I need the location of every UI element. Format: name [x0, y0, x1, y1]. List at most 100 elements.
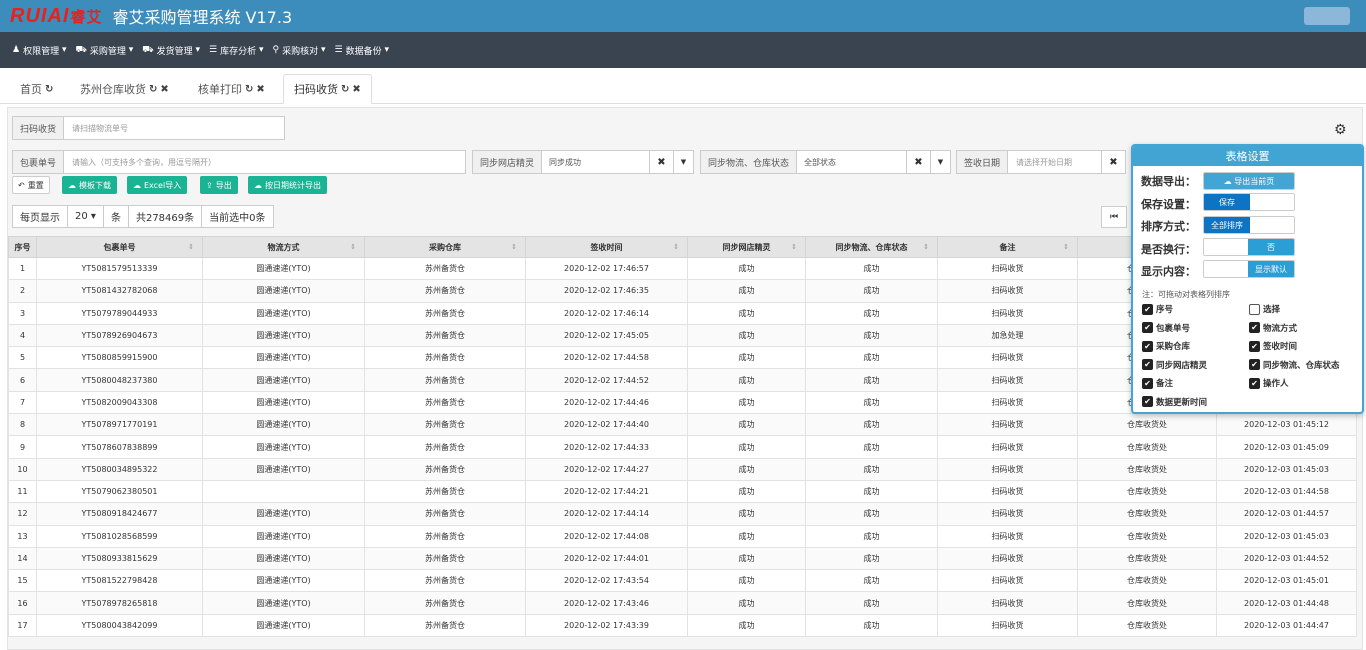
- column-header[interactable]: 同步物流、仓库状态 ⇕: [805, 236, 938, 258]
- save-settings-toggle[interactable]: 保存: [1203, 193, 1295, 211]
- clear-icon[interactable]: ✖: [649, 151, 673, 173]
- export-by-date-button[interactable]: ☁ 按日期统计导出: [248, 176, 327, 194]
- table-cell: 成功: [805, 368, 938, 392]
- column-toggle-checkbox[interactable]: ✔ 数据更新时间: [1142, 396, 1207, 408]
- table-row[interactable]: 12 YT5080918424677 圆通速递(YTO) 苏州备货仓 2020-12-0…: [8, 502, 1357, 526]
- column-header[interactable]: 同步网店精灵 ⇕: [687, 236, 806, 258]
- cart-icon: ⛟: [75, 44, 87, 55]
- table-row[interactable]: 15 YT5081522798428 圆通速递(YTO) 苏州备货仓 2020-12-0…: [8, 569, 1357, 593]
- table-cell: YT5081028568599: [36, 524, 203, 548]
- table-cell: 成功: [805, 569, 938, 593]
- sync-status-select[interactable]: 全部状态: [797, 151, 906, 173]
- sort-icon[interactable]: ⇕: [791, 243, 797, 251]
- column-header[interactable]: 采购仓库 ⇕: [364, 236, 526, 258]
- sort-icon[interactable]: ⇕: [350, 243, 356, 251]
- table-cell: 2020-12-02 17:44:52: [525, 368, 688, 392]
- template-download-button[interactable]: ☁ 模板下载: [62, 176, 117, 194]
- display-content-toggle[interactable]: 显示默认: [1203, 260, 1295, 278]
- first-page-button[interactable]: ⏮: [1101, 206, 1127, 228]
- table-row[interactable]: 11 YT5079062380501 苏州备货仓 2020-12-02 17:44:2…: [8, 479, 1357, 504]
- table-cell: 2020-12-02 17:46:35: [525, 279, 688, 303]
- table-cell: 扫码收货: [937, 457, 1078, 481]
- excel-import-button[interactable]: ☁ Excel导入: [127, 176, 188, 194]
- refresh-icon[interactable]: ↻: [341, 84, 349, 95]
- table-cell: 成功: [687, 346, 806, 370]
- column-toggle-checkbox[interactable]: ✔ 同步网店精灵: [1142, 359, 1207, 371]
- tab-scan-receiving[interactable]: 扫码收货 ↻ ✖: [283, 74, 372, 104]
- chevron-down-icon[interactable]: ▼: [930, 151, 950, 173]
- column-header[interactable]: 物流方式 ⇕: [202, 236, 365, 258]
- table-cell: 扫码收货: [937, 613, 1078, 638]
- user-avatar[interactable]: [1304, 7, 1350, 25]
- sort-icon[interactable]: ⇕: [188, 243, 194, 251]
- sort-icon[interactable]: ⇕: [511, 243, 517, 251]
- tab-home[interactable]: 首页 ↻: [10, 74, 63, 104]
- date-input[interactable]: 请选择开始日期: [1008, 151, 1101, 173]
- table-cell: YT5078978265818: [36, 591, 203, 615]
- clear-icon[interactable]: ✖: [906, 151, 930, 173]
- table-row[interactable]: 8 YT5078971770191 圆通速递(YTO) 苏州备货仓 2020-12-02…: [8, 413, 1357, 437]
- table-cell: 圆通速递(YTO): [202, 457, 365, 481]
- column-toggle-checkbox[interactable]: ✔ 备注: [1142, 377, 1173, 389]
- export-current-page-button[interactable]: ☁ 导出当前页: [1203, 172, 1295, 190]
- export-button[interactable]: ⇪ 导出: [200, 176, 238, 194]
- table-cell: 仓库收货处: [1077, 613, 1217, 638]
- checkbox-checked-icon: ✔: [1142, 377, 1153, 389]
- caret-down-icon: ▾: [384, 45, 390, 55]
- sort-icon[interactable]: ⇕: [673, 243, 679, 251]
- wrap-toggle[interactable]: 否: [1203, 238, 1295, 256]
- table-cell: 圆通速递(YTO): [202, 435, 365, 459]
- column-header[interactable]: 备注 ⇕: [937, 236, 1078, 258]
- sort-icon[interactable]: ⇕: [923, 243, 929, 251]
- gear-icon[interactable]: ⚙: [1334, 122, 1347, 138]
- column-toggle-checkbox[interactable]: ✔ 包裹单号: [1142, 322, 1190, 334]
- refresh-icon[interactable]: ↻: [149, 84, 157, 95]
- reset-button[interactable]: ↶ 重置: [12, 176, 50, 194]
- column-toggle-checkbox[interactable]: ✔ 序号: [1142, 303, 1173, 315]
- table-row[interactable]: 14 YT5080933815629 圆通速递(YTO) 苏州备货仓 2020-12-0…: [8, 546, 1357, 571]
- sync-shop-select[interactable]: 同步成功: [542, 151, 649, 173]
- column-header[interactable]: 序号: [8, 236, 37, 258]
- column-toggle-checkbox[interactable]: ✔ 同步物流、仓库状态: [1249, 359, 1340, 371]
- table-row[interactable]: 16 YT5078978265818 圆通速递(YTO) 苏州备货仓 2020-12-0…: [8, 591, 1357, 615]
- column-toggle-checkbox[interactable]: ✔ 物流方式: [1249, 322, 1297, 334]
- package-input[interactable]: 请输入（可支持多个查询，用逗号隔开）: [64, 151, 465, 173]
- chevron-down-icon[interactable]: ▼: [673, 151, 693, 173]
- column-toggle-checkbox[interactable]: ✔ 操作人: [1249, 377, 1289, 389]
- column-toggle-checkbox[interactable]: ✔ 签收时间: [1249, 340, 1297, 352]
- sort-mode-toggle[interactable]: 全部排序: [1203, 216, 1295, 234]
- table-cell: 2020-12-02 17:43:54: [525, 569, 688, 593]
- table-cell: 圆通速递(YTO): [202, 368, 365, 392]
- per-page-select[interactable]: 20 ▾: [68, 206, 104, 227]
- table-row[interactable]: 13 YT5081028568599 圆通速递(YTO) 苏州备货仓 2020-12-0…: [8, 524, 1357, 548]
- table-row[interactable]: 9 YT5078607838899 圆通速递(YTO) 苏州备货仓 2020-12-02…: [8, 435, 1357, 459]
- column-toggle-checkbox[interactable]: ✔ 采购仓库: [1142, 340, 1190, 352]
- sort-icon[interactable]: ⇕: [1063, 243, 1069, 251]
- table-cell: 3: [8, 301, 37, 325]
- refresh-icon[interactable]: ↻: [245, 84, 253, 95]
- table-cell: 10: [8, 457, 37, 481]
- menu-item-0[interactable]: ♟ 权限管理 ▾: [12, 44, 67, 57]
- scan-input[interactable]: 请扫描物流单号: [64, 117, 284, 139]
- column-header[interactable]: 签收时间 ⇕: [525, 236, 688, 258]
- table-cell: 2020-12-03 01:45:09: [1216, 435, 1357, 459]
- refresh-icon[interactable]: ↻: [45, 84, 53, 95]
- column-header[interactable]: 包裹单号 ⇕: [36, 236, 203, 258]
- table-cell: 2020-12-03 01:44:58: [1216, 479, 1357, 504]
- menu-item-1[interactable]: ⛟ 采购管理 ▾: [76, 44, 134, 57]
- clear-icon[interactable]: ✖: [1101, 151, 1125, 173]
- wrap-row: 是否换行：: [1141, 243, 1196, 256]
- close-icon[interactable]: ✖: [160, 84, 168, 95]
- tab-check-print[interactable]: 核单打印 ↻ ✖: [188, 74, 275, 104]
- close-icon[interactable]: ✖: [256, 84, 264, 95]
- save-row: 保存设置：: [1141, 198, 1196, 211]
- tab-suzhou-receiving[interactable]: 苏州仓库收货 ↻ ✖: [70, 74, 179, 104]
- menu-item-3[interactable]: ☰ 库存分析 ▾: [209, 44, 264, 57]
- close-icon[interactable]: ✖: [352, 84, 360, 95]
- menu-item-2[interactable]: ⛟ 发货管理 ▾: [142, 44, 200, 57]
- column-toggle-checkbox[interactable]: 选择: [1249, 303, 1280, 315]
- menu-item-4[interactable]: ⚲ 采购核对 ▾: [273, 44, 326, 57]
- menu-item-5[interactable]: ☰ 数据备份 ▾: [335, 44, 390, 57]
- table-row[interactable]: 10 YT5080034895322 圆通速递(YTO) 苏州备货仓 2020-12-0…: [8, 457, 1357, 481]
- table-row[interactable]: 17 YT5080043842099 圆通速递(YTO) 苏州备货仓 2020-12-0…: [8, 613, 1357, 638]
